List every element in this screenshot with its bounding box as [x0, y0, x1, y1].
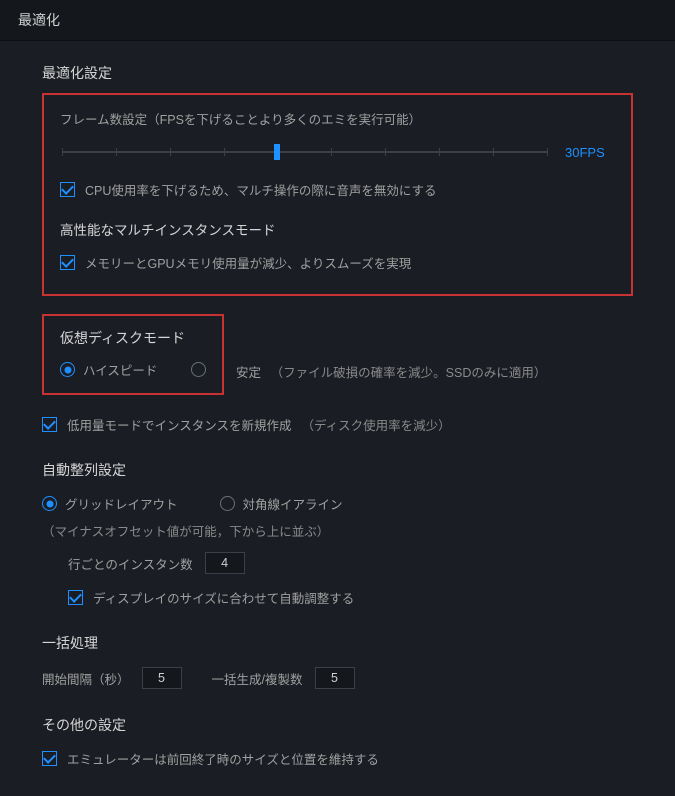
align-diagonal-radio[interactable] — [220, 496, 235, 511]
disk-mode-radios-inner: ハイスピード — [60, 360, 206, 379]
window-titlebar: 最適化 — [0, 0, 675, 41]
align-title: 自動整列設定 — [42, 460, 633, 480]
autofit-checkbox[interactable] — [68, 590, 83, 605]
remember-row: エミュレーターは前回終了時のサイズと位置を維持する — [42, 749, 633, 768]
disk-hispeed-label: ハイスピード — [83, 360, 157, 379]
batch-count-input[interactable]: 5 — [315, 667, 355, 689]
autofit-label: ディスプレイのサイズに合わせて自動調整する — [93, 588, 354, 607]
optimization-highlight-box: フレーム数設定（FPSを下げることより多くのエミを実行可能） 30FPS CPU… — [42, 93, 633, 296]
align-diagonal-label: 対角線イアライン — [243, 494, 343, 513]
per-row-input[interactable]: 4 — [205, 552, 245, 574]
optimization-title: 最適化設定 — [42, 63, 633, 83]
mute-audio-label: CPU使用率を下げるため、マルチ操作の際に音声を無効にする — [85, 180, 437, 199]
autofit-row: ディスプレイのサイズに合わせて自動調整する — [68, 588, 633, 607]
window-title: 最適化 — [18, 12, 60, 28]
perf-mode-row: メモリーとGPUメモリ使用量が減少、よりスムーズを実現 — [60, 253, 615, 272]
remember-checkbox[interactable] — [42, 751, 57, 766]
fps-slider[interactable] — [62, 142, 547, 162]
align-section: 自動整列設定 グリッドレイアウト 対角線イアライン （マイナスオフセット値が可能… — [42, 460, 633, 607]
fps-value: 30FPS — [565, 145, 613, 160]
batch-interval-input[interactable]: 5 — [142, 667, 182, 689]
low-usage-checkbox[interactable] — [42, 417, 57, 432]
batch-interval-label: 開始間隔（秒） — [42, 669, 130, 688]
mute-audio-row: CPU使用率を下げるため、マルチ操作の際に音声を無効にする — [60, 180, 615, 199]
disk-stable-label: 安定 — [236, 366, 261, 380]
batch-section: 一括処理 開始間隔（秒） 5 一括生成/複製数 5 — [42, 633, 633, 689]
align-grid-radio[interactable] — [42, 496, 57, 511]
batch-title: 一括処理 — [42, 633, 633, 653]
perf-mode-checkbox[interactable] — [60, 255, 75, 270]
disk-stable-radio[interactable] — [191, 362, 206, 377]
other-section: その他の設定 エミュレーターは前回終了時のサイズと位置を維持する — [42, 715, 633, 768]
disk-mode-title: 仮想ディスクモード — [60, 328, 206, 348]
mute-audio-checkbox[interactable] — [60, 182, 75, 197]
other-title: その他の設定 — [42, 715, 633, 735]
disk-stable-note: （ファイル破損の確率を減少。SSDのみに適用） — [271, 366, 547, 380]
remember-label: エミュレーターは前回終了時のサイズと位置を維持する — [67, 749, 379, 768]
batch-count-label: 一括生成/複製数 — [212, 669, 303, 688]
disk-mode-highlight-box: 仮想ディスクモード ハイスピード — [42, 314, 224, 395]
disk-hispeed-radio[interactable] — [60, 362, 75, 377]
align-grid-label: グリッドレイアウト — [65, 494, 178, 513]
perf-mode-label: メモリーとGPUメモリ使用量が減少、よりスムーズを実現 — [85, 253, 411, 272]
batch-fields: 開始間隔（秒） 5 一括生成/複製数 5 — [42, 667, 633, 689]
align-diagonal-note: （マイナスオフセット値が可能，下から上に並ぶ） — [42, 521, 329, 540]
low-usage-row: 低用量モードでインスタンスを新規作成 （ディスク使用率を減少） — [42, 415, 633, 434]
fps-slider-thumb[interactable] — [274, 144, 280, 160]
align-indent: 行ごとのインスタン数 4 ディスプレイのサイズに合わせて自動調整する — [42, 552, 633, 607]
frame-rate-label: フレーム数設定（FPSを下げることより多くのエミを実行可能） — [60, 109, 615, 128]
per-row-label: 行ごとのインスタン数 — [68, 554, 193, 573]
per-row-field: 行ごとのインスタン数 4 — [68, 552, 633, 574]
fps-slider-row: 30FPS — [60, 142, 615, 162]
perf-mode-title: 高性能なマルチインスタンスモード — [60, 219, 615, 239]
content-area: 最適化設定 フレーム数設定（FPSを下げることより多くのエミを実行可能） 30F… — [0, 41, 675, 796]
low-usage-note: （ディスク使用率を減少） — [302, 415, 451, 434]
align-radio-row: グリッドレイアウト 対角線イアライン （マイナスオフセット値が可能，下から上に並… — [42, 494, 633, 540]
low-usage-label: 低用量モードでインスタンスを新規作成 — [67, 415, 292, 434]
